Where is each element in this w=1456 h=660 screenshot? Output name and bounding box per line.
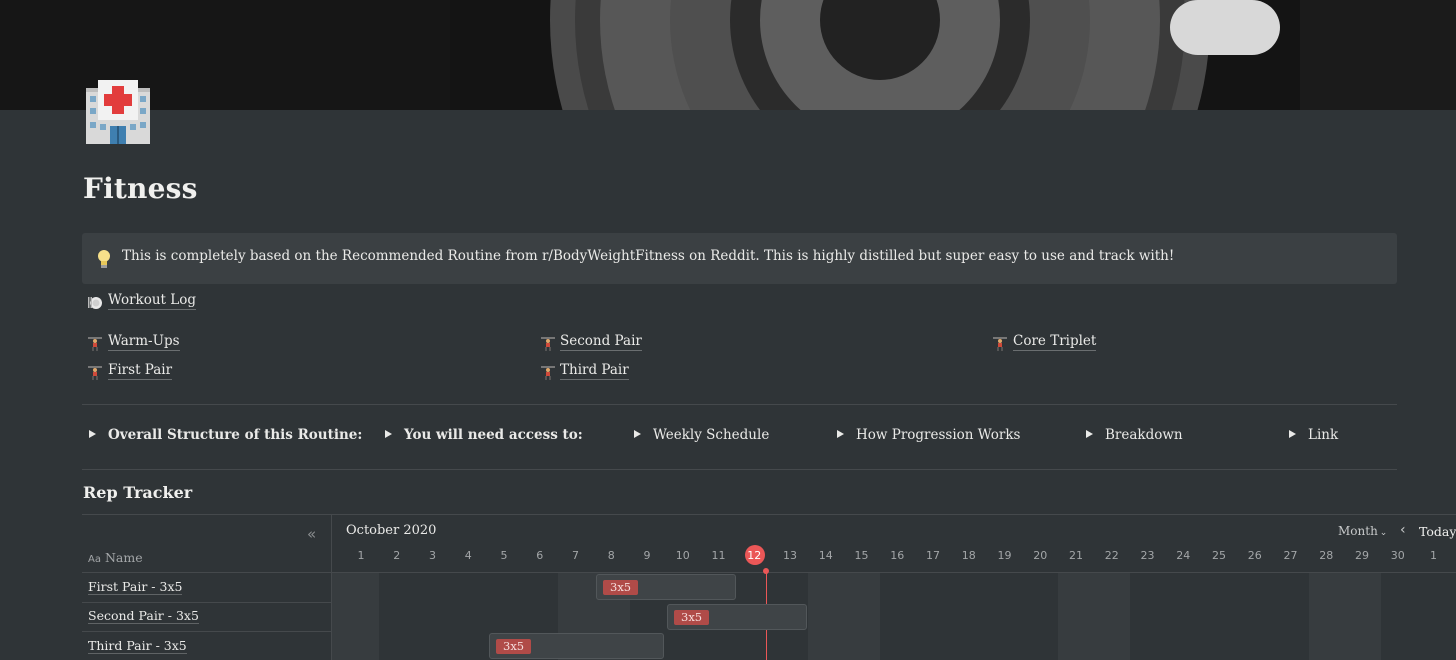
plate-icon — [87, 294, 103, 310]
toggle-overall-structure[interactable]: Overall Structure of this Routine: — [89, 427, 362, 443]
triangle-right-icon — [634, 430, 641, 438]
day-label: 6 — [536, 549, 544, 562]
table-row[interactable]: First Pair - 3x5 — [88, 579, 183, 595]
weekend-column — [332, 573, 379, 660]
day-label: 3 — [429, 549, 436, 562]
triangle-right-icon — [1086, 430, 1093, 438]
day-label: 21 — [1069, 549, 1083, 562]
day-label: 8 — [607, 549, 615, 562]
day-label: 13 — [783, 549, 797, 562]
month-label: October 2020 — [346, 523, 437, 538]
text-property-icon: Aa — [88, 554, 101, 565]
table-row[interactable]: Third Pair - 3x5 — [88, 638, 187, 654]
rep-tracker-title[interactable]: Rep Tracker — [83, 483, 192, 502]
toggle-weekly-schedule[interactable]: Weekly Schedule — [634, 427, 769, 443]
weightlifter-icon — [540, 364, 556, 380]
toggle-access[interactable]: You will need access to: — [385, 427, 583, 443]
weightlifter-icon — [540, 335, 556, 351]
row-divider — [82, 631, 332, 632]
day-label: 28 — [1319, 549, 1334, 562]
lightbulb-icon — [96, 248, 112, 270]
weightlifter-icon — [992, 335, 1008, 351]
triangle-right-icon — [89, 430, 96, 438]
day-label: 15 — [854, 549, 869, 562]
weekend-column — [1058, 573, 1130, 660]
triangle-right-icon — [1289, 430, 1296, 438]
divider — [82, 404, 1397, 405]
day-label: 25 — [1212, 549, 1226, 562]
day-label: 23 — [1140, 549, 1155, 562]
workout-log-link[interactable]: Workout Log — [108, 292, 196, 310]
weekend-column — [1309, 573, 1381, 660]
hospital-icon[interactable] — [84, 78, 152, 146]
day-label: 24 — [1176, 549, 1191, 562]
day-label: 22 — [1104, 549, 1119, 562]
triangle-right-icon — [837, 430, 844, 438]
warm-ups-link[interactable]: Warm-Ups — [108, 333, 180, 351]
status-tag: 3x5 — [674, 610, 710, 625]
timeline-bar-first-pair[interactable]: 3x5 — [596, 574, 736, 600]
first-pair-link[interactable]: First Pair — [108, 362, 173, 380]
row-divider — [82, 602, 332, 603]
toggle-link[interactable]: Link — [1289, 427, 1338, 443]
collapse-icon[interactable]: « — [307, 525, 316, 543]
day-label: 27 — [1283, 549, 1298, 562]
view-selector[interactable]: Month ⌄ — [1338, 524, 1387, 538]
day-label: 14 — [818, 549, 833, 562]
day-label: 2 — [393, 549, 401, 562]
weekend-column — [808, 573, 880, 660]
status-tag: 3x5 — [603, 580, 639, 595]
day-label: 1 — [357, 549, 365, 562]
toggle-progression[interactable]: How Progression Works — [837, 427, 1020, 443]
weightlifter-icon — [87, 364, 103, 380]
callout-text: This is completely based on the Recommen… — [122, 248, 1175, 264]
name-column-header[interactable]: Aa Name — [88, 550, 143, 565]
day-label: 5 — [500, 549, 508, 562]
callout-block: This is completely based on the Recommen… — [82, 233, 1397, 284]
day-label: 11 — [711, 549, 726, 562]
weightlifter-icon — [87, 335, 103, 351]
day-label: 19 — [997, 549, 1012, 562]
day-label: 12 — [747, 549, 762, 562]
day-label: 10 — [675, 549, 690, 562]
day-label: 30 — [1390, 549, 1405, 562]
today-button[interactable]: Today — [1419, 524, 1456, 539]
chevron-left-icon[interactable]: ‹ — [1400, 522, 1406, 538]
status-tag: 3x5 — [496, 639, 532, 654]
current-time-marker — [763, 568, 769, 574]
divider — [82, 469, 1397, 470]
page-title: Fitness — [83, 172, 198, 205]
row-divider — [82, 572, 1456, 573]
timeline-bar-third-pair[interactable]: 3x5 — [489, 633, 664, 659]
chevron-down-icon: ⌄ — [1379, 528, 1388, 538]
day-label: 16 — [890, 549, 905, 562]
day-label: 26 — [1247, 549, 1262, 562]
day-label: 4 — [464, 549, 472, 562]
third-pair-link[interactable]: Third Pair — [560, 362, 629, 380]
day-label: 9 — [643, 549, 651, 562]
toggle-breakdown[interactable]: Breakdown — [1086, 427, 1183, 443]
timeline-bar-second-pair[interactable]: 3x5 — [667, 604, 807, 630]
day-label: 18 — [961, 549, 976, 562]
triangle-right-icon — [385, 430, 392, 438]
cover-image — [0, 0, 1456, 110]
day-label: 20 — [1033, 549, 1048, 562]
day-label: 7 — [572, 549, 579, 562]
table-row[interactable]: Second Pair - 3x5 — [88, 608, 199, 624]
day-label: 1 — [1430, 549, 1437, 562]
day-label: 17 — [926, 549, 940, 562]
day-label: 29 — [1355, 549, 1369, 562]
second-pair-link[interactable]: Second Pair — [560, 333, 642, 351]
core-triplet-link[interactable]: Core Triplet — [1013, 333, 1097, 351]
